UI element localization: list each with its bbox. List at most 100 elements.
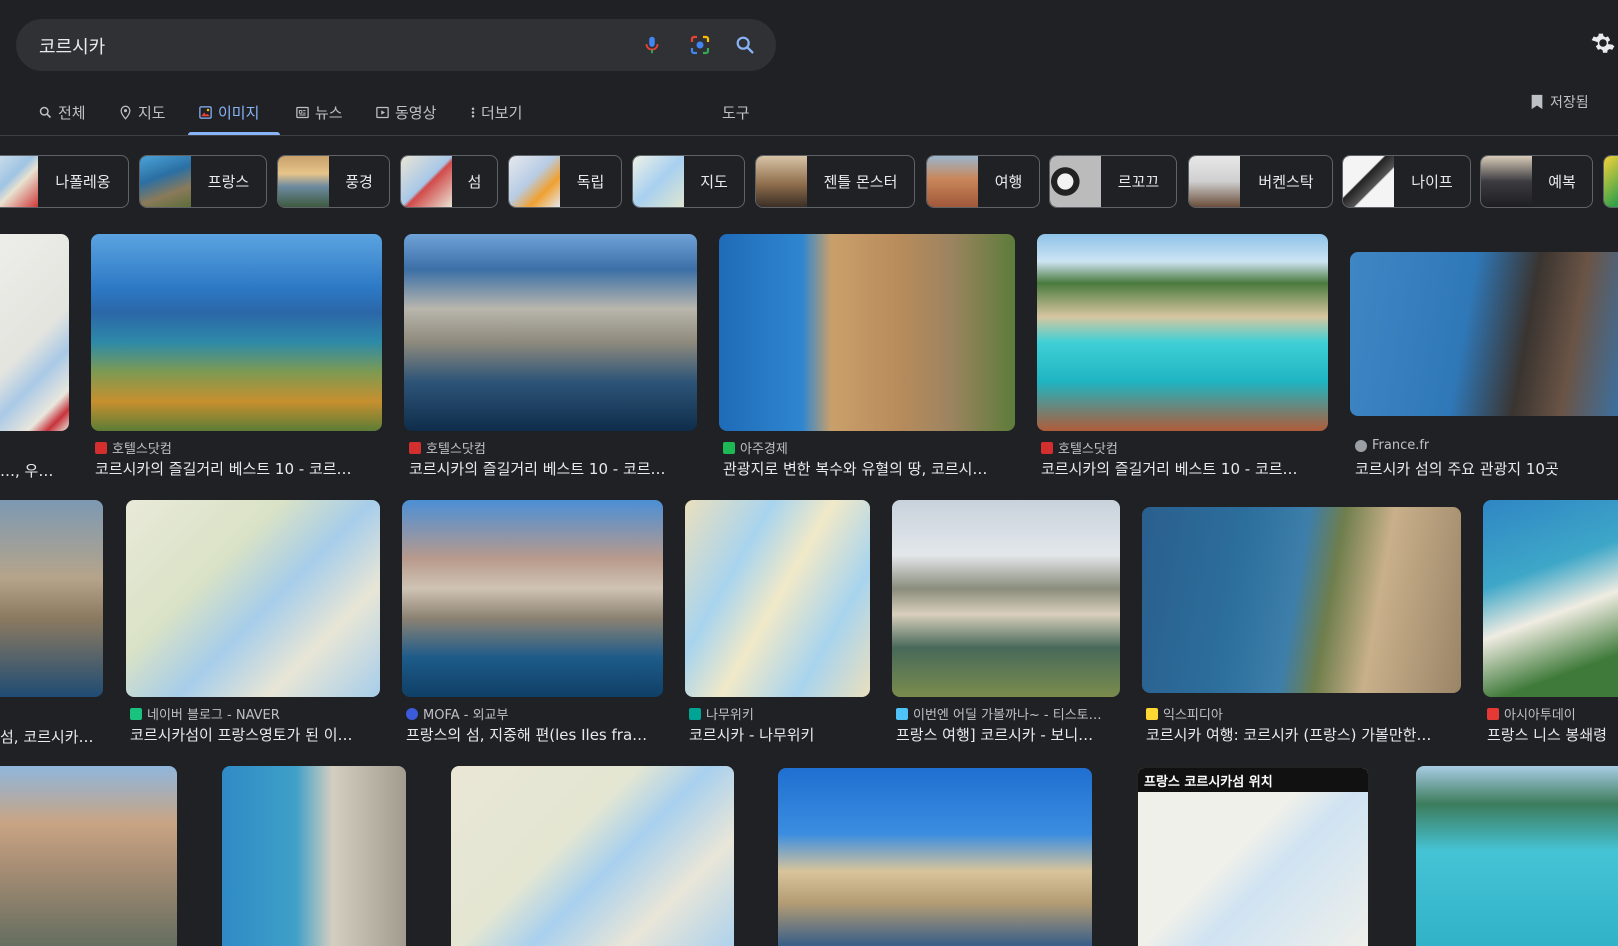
chip-independence[interactable]: 독립	[508, 155, 622, 208]
namuwiki-favicon-icon	[689, 707, 701, 720]
image-thumbnail	[1142, 507, 1461, 693]
mic-icon[interactable]	[638, 31, 666, 59]
chip-birkenstock[interactable]: 버켄스탁	[1188, 155, 1333, 208]
result-title: 프랑스 여행] 코르시카 - 보니…	[896, 726, 1094, 744]
chip-label: 젠틀 몬스터	[823, 173, 898, 191]
image-thumbnail	[402, 500, 663, 697]
tools-button[interactable]: 도구	[722, 88, 750, 136]
chip-partial[interactable]	[1603, 155, 1618, 208]
result-title: 코르시카의 즐길거리 베스트 10 - 코르…	[95, 460, 352, 478]
result-title: 코르시카 - 나무위키	[689, 726, 815, 744]
image-thumbnail	[1350, 252, 1618, 416]
chip-label: 독립	[576, 173, 605, 191]
asiatoday-favicon-icon	[1487, 707, 1499, 720]
saved-button[interactable]: 저장됨	[1530, 90, 1589, 114]
image-thumbnail	[91, 234, 382, 431]
chip-thumbnail	[1189, 156, 1240, 207]
hotels-favicon-icon	[1041, 441, 1053, 454]
tab-label: 뉴스	[315, 103, 343, 122]
chip-france[interactable]: 프랑스	[139, 155, 267, 208]
chip-label: 여행	[994, 173, 1023, 191]
chip-le-coq[interactable]: 르꼬끄	[1049, 155, 1177, 208]
chip-knife[interactable]: 나이프	[1342, 155, 1471, 208]
search-input[interactable]: 코르시카	[39, 33, 105, 59]
more-vert-icon	[471, 107, 475, 117]
mofa-favicon-icon	[406, 707, 418, 720]
result-source: France.fr	[1355, 438, 1429, 453]
chip-travel[interactable]: 여행	[926, 155, 1040, 208]
chip-map[interactable]: 지도	[632, 155, 745, 208]
image-thumbnail	[451, 766, 734, 946]
image-thumbnail	[685, 500, 870, 697]
result-title: 관광지로 변한 복수와 유혈의 땅, 코르시…	[723, 460, 988, 478]
video-icon	[376, 106, 389, 118]
gear-icon[interactable]	[1590, 30, 1616, 56]
tab-maps[interactable]: 지도	[118, 88, 166, 136]
chip-thumbnail	[756, 156, 807, 207]
lens-icon[interactable]	[686, 31, 714, 59]
chip-label: 섬	[467, 173, 482, 191]
chip-thumbnail	[1481, 156, 1532, 207]
result-title: 코르시카의 즐길거리 베스트 10 - 코르…	[1041, 460, 1298, 478]
result-source: 호텔스닷컴	[1041, 438, 1118, 457]
chip-thumbnail	[278, 156, 329, 207]
chip-thumbnail	[140, 156, 191, 207]
saved-label: 저장됨	[1550, 95, 1589, 111]
tab-videos[interactable]: 동영상	[375, 88, 436, 136]
result-source: 아시아투데이	[1487, 704, 1576, 723]
tab-label: 동영상	[395, 103, 437, 122]
result-source: MOFA - 외교부	[406, 704, 508, 723]
chip-scenery[interactable]: 풍경	[277, 155, 390, 208]
result-source: 익스피디아	[1146, 704, 1223, 723]
map-pin-icon	[120, 105, 131, 120]
search-tabs: 전체 지도 이미지 뉴스 동영상 더보기	[0, 88, 1618, 136]
chip-thumbnail	[1604, 156, 1618, 207]
result-source: 아주경제	[723, 438, 788, 457]
chip-thumbnail	[0, 156, 38, 207]
tab-label: 더보기	[481, 103, 523, 122]
image-icon	[199, 105, 212, 119]
chip-island[interactable]: 섬	[400, 155, 498, 208]
tab-all[interactable]: 전체	[38, 88, 86, 136]
chip-formal-wear[interactable]: 예복	[1480, 155, 1593, 208]
result-source: 호텔스닷컴	[409, 438, 486, 457]
expedia-favicon-icon	[1146, 707, 1158, 720]
image-thumbnail	[719, 234, 1015, 431]
tistory-favicon-icon	[896, 707, 908, 720]
globe-icon	[1355, 439, 1367, 452]
chip-label: 나폴레옹	[55, 173, 111, 191]
tab-label: 전체	[58, 103, 86, 122]
news-icon	[296, 106, 309, 118]
result-title: …, 우리 …	[0, 462, 64, 480]
tab-images[interactable]: 이미지	[198, 88, 259, 136]
image-thumbnail	[126, 500, 380, 697]
active-tab-indicator	[188, 132, 280, 135]
chip-label: 풍경	[345, 173, 373, 191]
chip-napoleon[interactable]: 나폴레옹	[0, 155, 129, 208]
ajunews-favicon-icon	[723, 441, 735, 454]
result-title: 코르시카의 즐길거리 베스트 10 - 코르…	[409, 460, 666, 478]
chip-label: 나이프	[1411, 173, 1453, 191]
image-thumbnail	[892, 500, 1120, 697]
image-thumbnail	[404, 234, 697, 431]
hotels-favicon-icon	[95, 441, 107, 454]
chip-gentle-monster[interactable]: 젠틀 몬스터	[755, 155, 915, 208]
chip-thumbnail	[633, 156, 684, 207]
chip-label: 버켄스탁	[1258, 173, 1314, 191]
image-thumbnail: 프랑스 코르시카섬 위치	[1136, 766, 1370, 946]
chip-thumbnail	[1050, 156, 1101, 207]
tab-more[interactable]: 더보기	[470, 88, 522, 136]
image-thumbnail	[0, 234, 69, 431]
chip-thumbnail	[927, 156, 978, 207]
chip-label: 지도	[700, 173, 728, 191]
result-title: 프랑스의 섬, 지중해 편(les Iles fra…	[406, 726, 648, 744]
result-title: 코르시카 여행: 코르시카 (프랑스) 가볼만한…	[1146, 726, 1432, 744]
chip-thumbnail	[1343, 156, 1394, 207]
search-bar[interactable]: 코르시카	[16, 19, 776, 71]
tab-news[interactable]: 뉴스	[295, 88, 343, 136]
search-icon[interactable]	[731, 31, 759, 59]
image-thumbnail	[1416, 766, 1618, 946]
map-caption: 프랑스 코르시카섬 위치	[1138, 768, 1368, 793]
image-thumbnail	[1037, 234, 1328, 431]
chip-label: 예복	[1548, 173, 1576, 191]
